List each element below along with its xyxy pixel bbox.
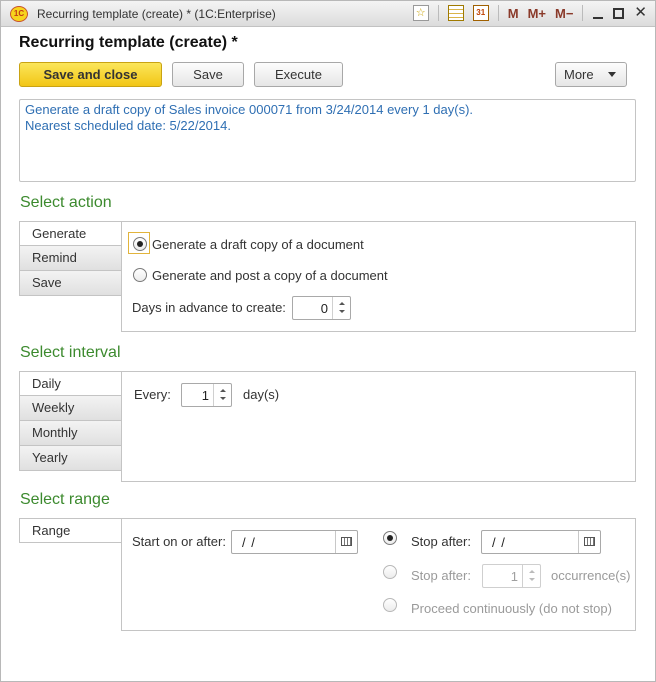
start-date-value: / / <box>242 535 256 550</box>
stop-date-field[interactable]: / / <box>481 530 601 554</box>
calendar-picker-icon[interactable] <box>578 531 600 553</box>
days-advance-stepper[interactable]: 0 <box>292 296 351 320</box>
range-panel: Start on or after: / / Stop after: / / S… <box>121 518 636 631</box>
description-line-2: Nearest scheduled date: 5/22/2014. <box>25 118 231 133</box>
more-menu-button[interactable]: More <box>555 62 627 87</box>
stop-date-value: / / <box>492 535 506 550</box>
titlebar-icons: ☆ 31 M M+ M− ✕ <box>404 5 647 21</box>
every-stepper[interactable]: 1 <box>181 383 232 407</box>
days-advance-value: 0 <box>320 301 328 316</box>
titlebar-separator <box>497 5 499 21</box>
tab-save[interactable]: Save <box>19 271 122 296</box>
chevron-down-icon <box>608 72 616 77</box>
template-description-box: Generate a draft copy of Sales invoice 0… <box>19 99 636 182</box>
tab-weekly[interactable]: Weekly <box>19 396 122 421</box>
memory-plus-button[interactable]: M+ <box>528 6 546 21</box>
days-advance-label: Days in advance to create: <box>132 300 286 315</box>
tab-yearly[interactable]: Yearly <box>19 446 122 471</box>
titlebar-separator <box>437 5 439 21</box>
tab-generate[interactable]: Generate <box>19 221 122 246</box>
radio-stop-after-count[interactable] <box>383 565 397 579</box>
generate-post-label[interactable]: Generate and post a copy of a document <box>152 268 388 283</box>
window-title: Recurring template (create) * (1C:Enterp… <box>37 7 276 21</box>
execute-button[interactable]: Execute <box>254 62 343 87</box>
generate-draft-label[interactable]: Generate a draft copy of a document <box>152 237 364 252</box>
select-action-title: Select action <box>20 194 112 211</box>
select-interval-title: Select interval <box>20 344 121 361</box>
stop-after-count-label: Stop after: <box>411 568 471 583</box>
tab-remind[interactable]: Remind <box>19 246 122 271</box>
radio-proceed-continuously[interactable] <box>383 598 397 612</box>
stop-after-date-label: Stop after: <box>411 534 471 549</box>
calendar-picker-icon[interactable] <box>335 531 357 553</box>
stepper-arrows-icon[interactable] <box>522 565 540 587</box>
range-tabs: Range <box>19 518 122 543</box>
memory-minus-button[interactable]: M− <box>555 6 573 21</box>
radio-generate-post[interactable] <box>133 268 147 282</box>
form-title: Recurring template (create) * <box>19 34 238 51</box>
favorites-icon[interactable]: ☆ <box>412 5 429 21</box>
radio-generate-draft[interactable] <box>133 237 147 251</box>
interval-unit-label: day(s) <box>243 387 280 402</box>
maximize-icon[interactable] <box>613 7 625 19</box>
select-range-title: Select range <box>20 491 110 508</box>
occurrence-count-value: 1 <box>510 569 518 584</box>
stepper-arrows-icon[interactable] <box>213 384 231 406</box>
interval-tabs: Daily Weekly Monthly Yearly <box>19 371 122 471</box>
radio-stop-after-date[interactable] <box>383 531 397 545</box>
start-on-label: Start on or after: <box>132 534 226 549</box>
interval-panel: Every: 1 day(s) <box>121 371 636 482</box>
proceed-continuously-label: Proceed continuously (do not stop) <box>411 601 612 616</box>
recurring-template-window: 1С Recurring template (create) * (1C:Ent… <box>0 0 656 682</box>
save-and-close-button[interactable]: Save and close <box>19 62 162 87</box>
titlebar-separator <box>582 5 584 21</box>
memory-m-button[interactable]: M <box>508 6 519 21</box>
minimize-icon[interactable] <box>593 16 604 19</box>
close-icon[interactable]: ✕ <box>634 5 647 21</box>
tab-range[interactable]: Range <box>19 518 122 543</box>
every-value: 1 <box>201 388 209 403</box>
action-panel: Generate a draft copy of a document Gene… <box>121 221 636 332</box>
stepper-arrows-icon[interactable] <box>332 297 350 319</box>
title-bar: 1С Recurring template (create) * (1C:Ent… <box>1 1 655 27</box>
calendar-icon[interactable]: 31 <box>472 5 489 21</box>
save-button[interactable]: Save <box>172 62 244 87</box>
occurrences-label: occurrence(s) <box>551 568 631 583</box>
description-line-1: Generate a draft copy of Sales invoice 0… <box>25 102 474 117</box>
start-date-field[interactable]: / / <box>231 530 358 554</box>
occurrence-count-stepper[interactable]: 1 <box>482 564 541 588</box>
tab-monthly[interactable]: Monthly <box>19 421 122 446</box>
calculator-icon[interactable] <box>447 5 464 21</box>
tab-daily[interactable]: Daily <box>19 371 122 396</box>
app-logo-icon: 1С <box>10 6 28 22</box>
every-label: Every: <box>134 387 171 402</box>
more-button-label: More <box>564 67 594 82</box>
action-tabs: Generate Remind Save <box>19 221 122 296</box>
